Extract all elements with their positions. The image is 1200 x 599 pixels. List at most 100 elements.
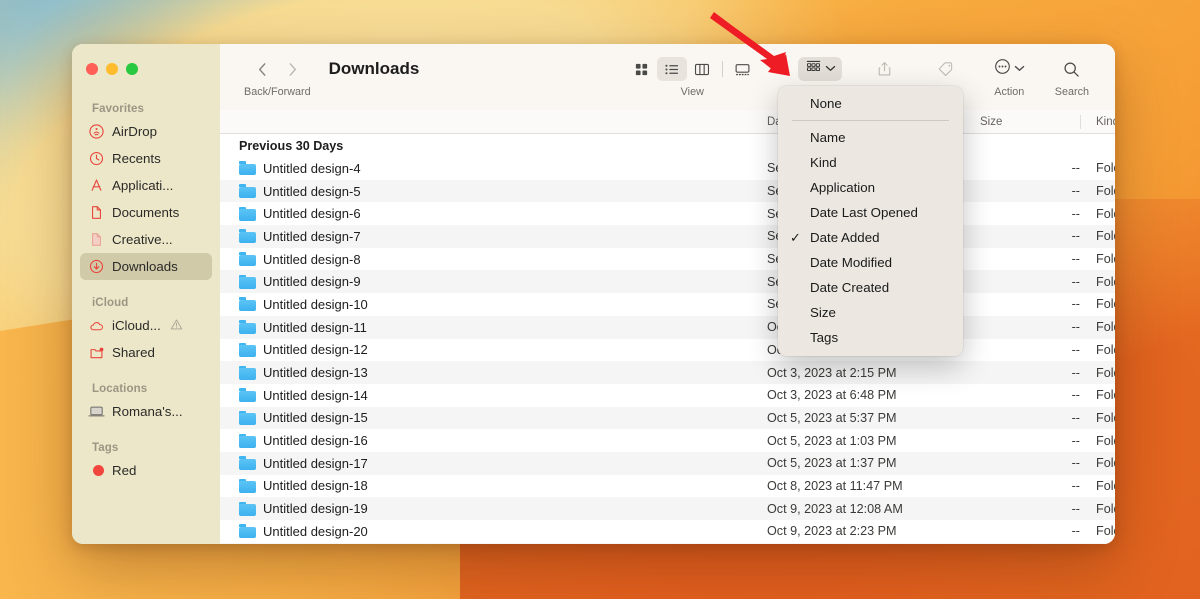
share-button[interactable] — [870, 57, 900, 81]
window-controls[interactable] — [72, 54, 220, 75]
search-button[interactable] — [1057, 57, 1087, 81]
table-row[interactable]: Untitled design-12Oct 2, 2023 at 7:33 PM… — [220, 339, 1115, 362]
table-row[interactable]: Untitled design-8Sep 26, 2023 at 3:44 PM… — [220, 248, 1115, 271]
sidebar-item-recents[interactable]: Recents — [80, 145, 212, 172]
file-name-cell[interactable]: Untitled design-19 — [220, 501, 368, 516]
sidebar-item-romanas-mac[interactable]: Romana's... — [80, 398, 212, 425]
forward-button[interactable] — [281, 56, 303, 82]
file-name-cell[interactable]: Untitled design-4 — [220, 161, 361, 176]
file-name-cell[interactable]: Untitled design-5 — [220, 184, 361, 199]
file-name-cell[interactable]: Untitled design-16 — [220, 433, 368, 448]
tags-button[interactable] — [932, 57, 962, 81]
menu-item-label: Date Added — [810, 230, 880, 245]
group-by-button[interactable] — [797, 57, 842, 81]
column-view-button[interactable] — [687, 57, 717, 81]
menu-item[interactable]: Date Modified — [778, 250, 963, 275]
sidebar-item-shared[interactable]: Shared — [80, 339, 212, 366]
file-kind-cell: Fold — [1096, 184, 1115, 199]
file-size-cell: -- — [1071, 410, 1080, 425]
sidebar-item-label: Romana's... — [112, 404, 183, 419]
menu-item[interactable]: None — [778, 91, 963, 116]
sidebar-section-tags-title: Tags — [92, 442, 119, 454]
file-date-cell: Oct 3, 2023 at 2:15 PM — [767, 365, 897, 380]
table-row[interactable]: Untitled design-13 Oct 3, 2023 at 2:15 PM… — [220, 361, 1115, 384]
file-name-label: Untitled design-9 — [263, 274, 361, 290]
icon-view-button[interactable] — [627, 57, 657, 81]
table-row[interactable]: Untitled design-9Sep 27, 2023 at 6:21 PM… — [220, 270, 1115, 294]
list-view-button[interactable] — [656, 57, 687, 81]
file-size-cell: -- — [1071, 433, 1080, 448]
table-row[interactable]: Untitled design-11Oct 1, 2023 at 11:05 A… — [220, 315, 1115, 339]
menu-item[interactable]: Application — [778, 175, 963, 200]
sidebar-item-airdrop[interactable]: AirDrop — [80, 118, 212, 145]
file-name-label: Untitled design-10 — [263, 296, 368, 312]
file-name-cell[interactable]: Untitled design-10 — [220, 297, 368, 312]
sidebar-item-label: Creative... — [112, 232, 173, 247]
back-forward-caption: Back/Forward — [244, 86, 311, 98]
table-row[interactable]: Untitled design-15 Oct 5, 2023 at 5:37 PM… — [220, 406, 1115, 430]
gallery-view-button[interactable] — [728, 57, 758, 81]
chevron-down-icon — [825, 60, 836, 78]
folder-icon — [239, 320, 256, 335]
back-button[interactable] — [251, 56, 273, 82]
sidebar-item-tag-red[interactable]: Red — [80, 457, 212, 484]
warning-icon — [170, 318, 183, 334]
sidebar-item-downloads[interactable]: Downloads — [80, 253, 212, 280]
file-name-cell[interactable]: Untitled design-18 — [220, 478, 368, 493]
file-list[interactable]: Previous 30 Days Untitled design-4Sep 22… — [220, 134, 1115, 544]
file-name-cell[interactable]: Untitled design-20 — [220, 524, 368, 539]
table-row[interactable]: Untitled design-20 Oct 9, 2023 at 2:23 PM… — [220, 520, 1115, 543]
file-name-cell[interactable]: Untitled design-7 — [220, 229, 361, 244]
table-row[interactable]: Untitled design-21Oct 9, 2023 at 11:01 P… — [220, 542, 1115, 544]
file-kind-cell: Fold — [1096, 524, 1115, 539]
file-name-cell[interactable]: Untitled design-8 — [220, 252, 361, 267]
file-name-cell[interactable]: Untitled design-17 — [220, 456, 368, 471]
menu-item[interactable]: ✓ Date Added — [778, 225, 963, 250]
sidebar-item-creative[interactable]: Creative... — [80, 226, 212, 253]
group-by-menu[interactable]: None Name Kind Application Date Last Opened ✓… — [778, 86, 963, 356]
group-header[interactable]: Previous 30 Days — [220, 134, 1115, 157]
menu-item[interactable]: Size — [778, 300, 963, 325]
minimize-button[interactable] — [106, 63, 118, 75]
table-row[interactable]: Untitled design-4Sep 22, 2023 at 4:12 PM… — [220, 157, 1115, 180]
table-row[interactable]: Untitled design-16 Oct 5, 2023 at 1:03 PM… — [220, 429, 1115, 452]
file-size-cell: -- — [1071, 161, 1080, 176]
folder-icon — [239, 252, 256, 267]
column-header-size[interactable]: Size — [980, 110, 1002, 134]
table-row[interactable]: Untitled design-5Sep 22, 2023 at 5:30 PM… — [220, 179, 1115, 203]
zoom-button[interactable] — [126, 63, 138, 75]
sidebar-item-applications[interactable]: Applicati... — [80, 172, 212, 199]
file-name-cell[interactable]: Untitled design-6 — [220, 206, 361, 221]
menu-item[interactable]: Tags — [778, 325, 963, 350]
table-row[interactable]: Untitled design-7Sep 25, 2023 at 9:02 AM… — [220, 225, 1115, 248]
menu-item[interactable]: Date Created — [778, 275, 963, 300]
menu-item-label: Tags — [810, 330, 839, 345]
sidebar-item-icloud-drive[interactable]: iCloud... — [80, 312, 212, 339]
action-button[interactable] — [994, 57, 1025, 81]
table-row[interactable]: Untitled design-19 Oct 9, 2023 at 12:08 A… — [220, 497, 1115, 520]
close-button[interactable] — [86, 63, 98, 75]
menu-item[interactable]: Date Last Opened — [778, 200, 963, 225]
table-row[interactable]: Untitled design-17 Oct 5, 2023 at 1:37 PM… — [220, 451, 1115, 475]
table-row[interactable]: Untitled design-18 Oct 8, 2023 at 11:47 P… — [220, 475, 1115, 498]
sidebar-item-documents[interactable]: Documents — [80, 199, 212, 226]
menu-item[interactable]: Name — [778, 125, 963, 150]
table-row[interactable]: Untitled design-6Sep 24, 2023 at 1:18 PM… — [220, 202, 1115, 225]
table-row[interactable]: Untitled design-14 Oct 3, 2023 at 6:48 PM… — [220, 384, 1115, 407]
file-name-cell[interactable]: Untitled design-13 — [220, 365, 368, 380]
file-name-cell[interactable]: Untitled design-9 — [220, 274, 361, 289]
file-name-label: Untitled design-18 — [263, 478, 368, 494]
file-name-cell[interactable]: Untitled design-14 — [220, 388, 368, 403]
file-name-cell[interactable]: Untitled design-11 — [220, 320, 367, 335]
folder-icon — [239, 229, 256, 244]
menu-item[interactable]: Kind — [778, 150, 963, 175]
file-name-cell[interactable]: Untitled design-15 — [220, 410, 368, 425]
file-date-cell: Oct 9, 2023 at 12:08 AM — [767, 501, 903, 516]
file-size-cell: -- — [1071, 456, 1080, 471]
file-name-cell[interactable]: Untitled design-12 — [220, 342, 368, 357]
file-kind-cell: Fold — [1096, 320, 1115, 335]
column-header-kind[interactable]: Kind — [1096, 110, 1115, 134]
table-row[interactable]: Untitled design-10Sep 28, 2023 at 8:10 P… — [220, 293, 1115, 316]
file-name-label: Untitled design-16 — [263, 433, 368, 449]
file-name-label: Untitled design-12 — [263, 342, 368, 358]
